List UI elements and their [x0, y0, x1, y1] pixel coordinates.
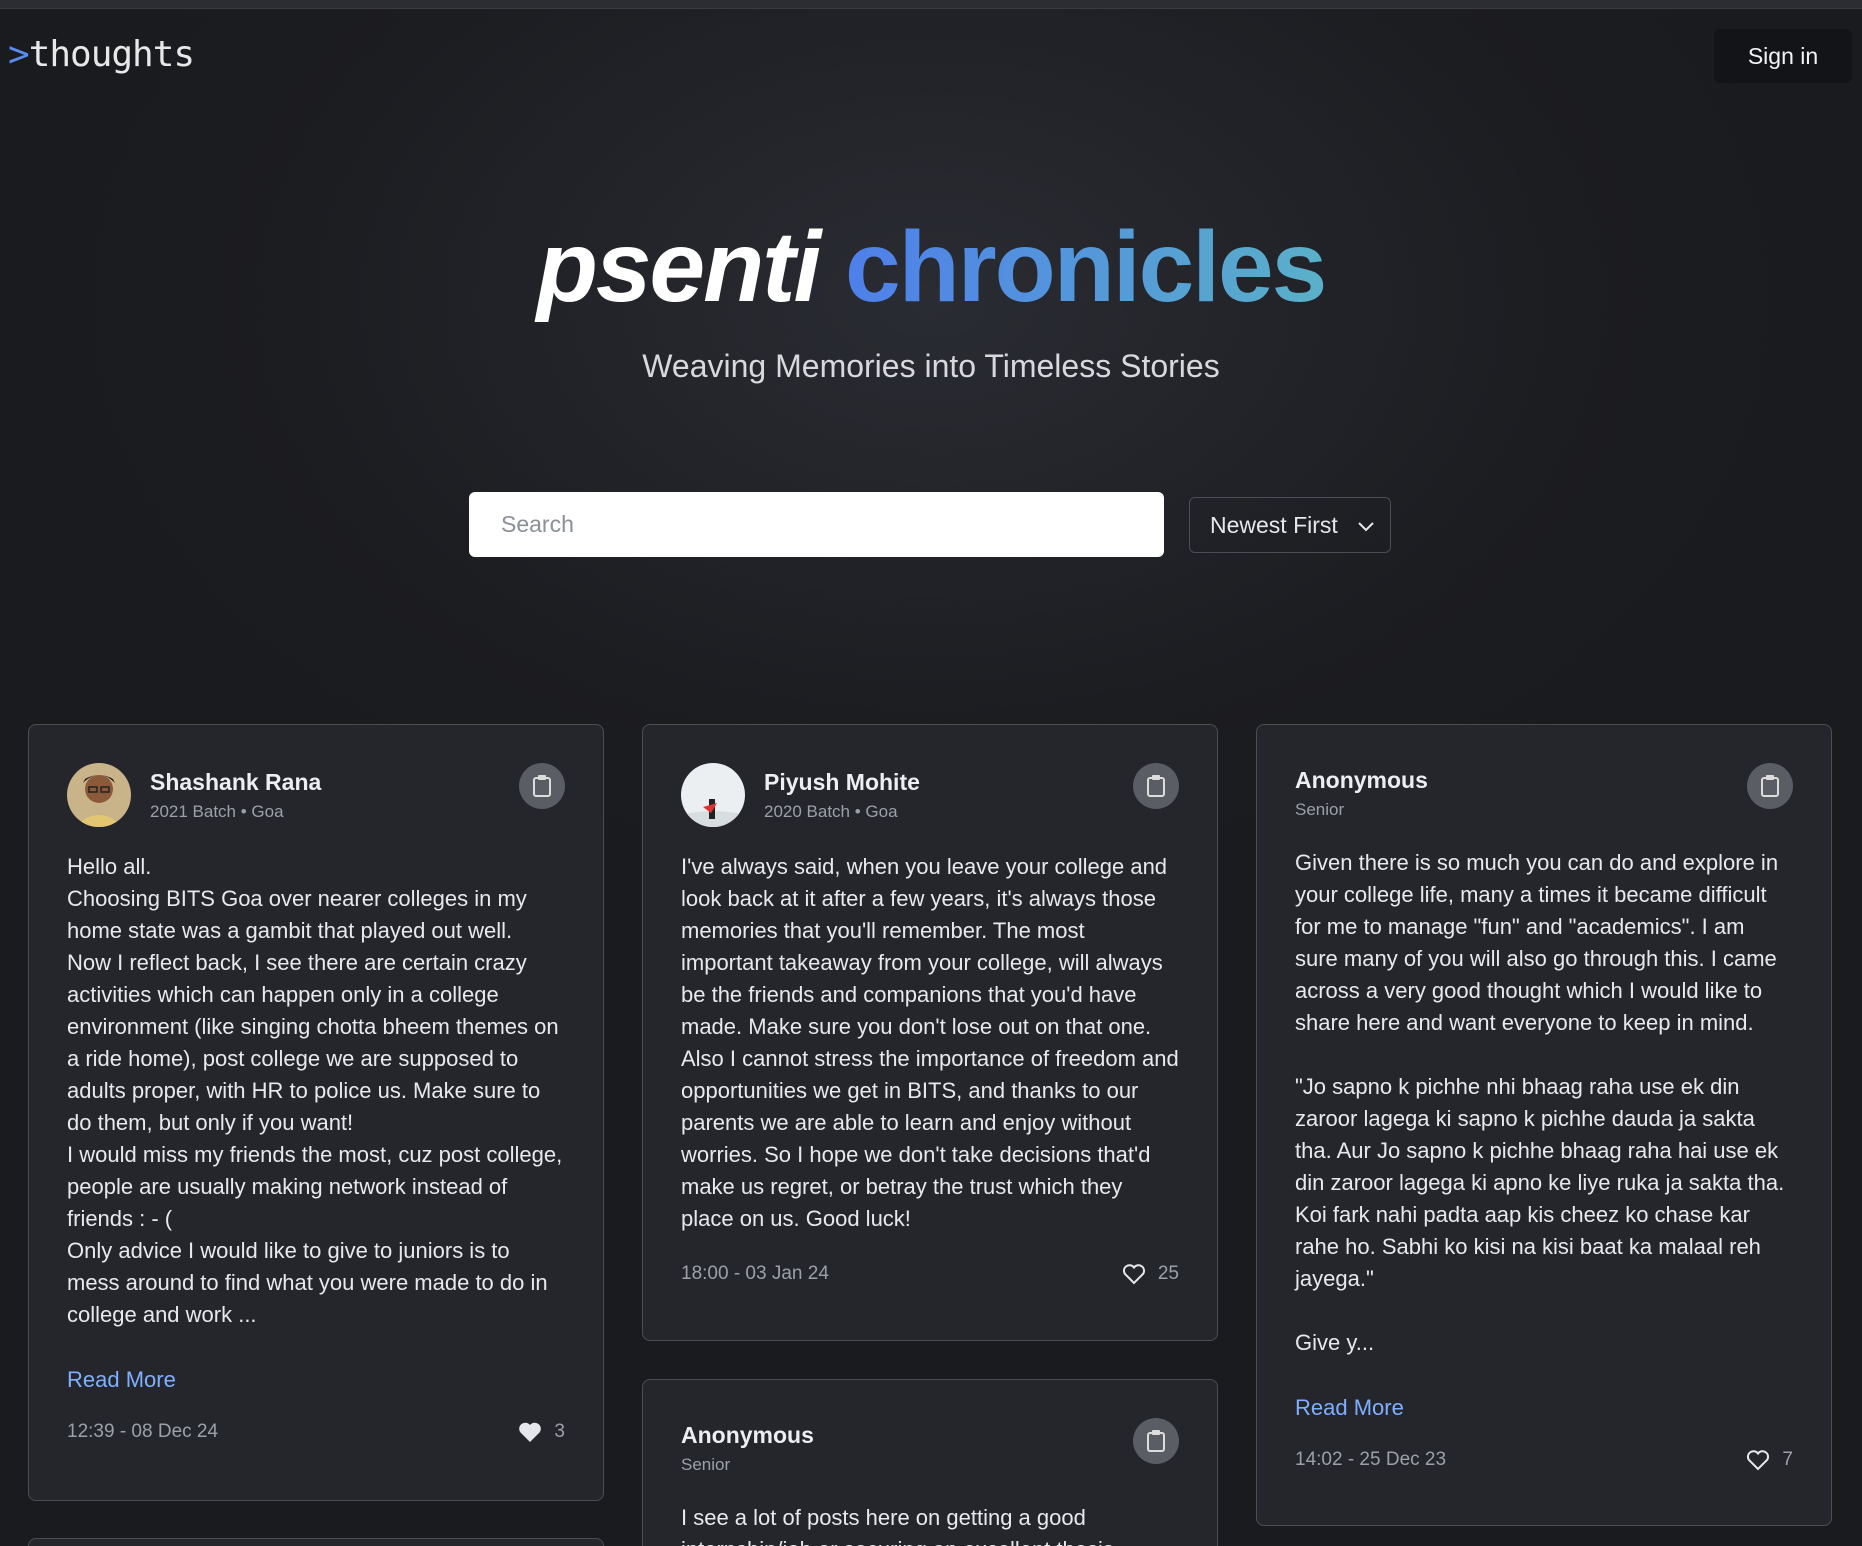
read-more-link[interactable]: Read More [67, 1367, 565, 1393]
read-more-link[interactable]: Read More [1295, 1395, 1793, 1421]
author-meta: 2021 Batch • Goa [150, 801, 284, 821]
post-card[interactable]: Anonymous Senior I see a lot of posts he… [642, 1379, 1218, 1546]
clipboard-icon[interactable] [519, 763, 565, 809]
post-card[interactable] [28, 1538, 604, 1546]
post-body: I see a lot of posts here on getting a g… [681, 1505, 1114, 1546]
sign-in-button[interactable]: Sign in [1714, 29, 1852, 83]
clipboard-icon[interactable] [1133, 1418, 1179, 1464]
author-name: Shashank Rana [150, 768, 322, 795]
sort-select[interactable]: Newest First [1189, 497, 1391, 553]
clipboard-icon[interactable] [1133, 763, 1179, 809]
author-avatar [67, 763, 131, 827]
logo-prefix: > [8, 34, 30, 75]
search-input[interactable] [469, 492, 1164, 557]
author-name: Anonymous [1295, 766, 1428, 793]
post-body: Given there is so much you can do and ex… [1295, 850, 1785, 1355]
like-button[interactable]: 25 [1122, 1263, 1179, 1285]
author-name: Anonymous [681, 1421, 814, 1448]
clipboard-icon[interactable] [1747, 763, 1793, 809]
title-part-1: psenti [536, 211, 821, 323]
like-count: 25 [1157, 1263, 1179, 1284]
chevron-down-icon [1358, 522, 1374, 532]
page-title: psenti chronicles [0, 212, 1862, 322]
top-border [0, 0, 1862, 9]
author-meta: Senior [681, 1454, 731, 1474]
title-part-2: chronicles [845, 211, 1327, 323]
post-body: I've always said, when you leave your co… [681, 854, 1179, 1231]
post-timestamp: 18:00 - 03 Jan 24 [681, 1263, 829, 1284]
sort-value: Newest First [1210, 511, 1338, 538]
heart-outline-icon [1747, 1450, 1770, 1471]
like-count: 3 [554, 1421, 565, 1442]
like-count: 7 [1782, 1449, 1793, 1470]
author-meta: 2020 Batch • Goa [764, 801, 898, 821]
logo-text: thoughts [28, 34, 195, 75]
like-button[interactable]: 7 [1746, 1449, 1793, 1471]
post-card[interactable]: Piyush Mohite 2020 Batch • Goa I've alwa… [642, 724, 1218, 1341]
like-button[interactable]: 3 [518, 1421, 565, 1443]
post-body: Hello all. Choosing BITS Goa over nearer… [67, 854, 563, 1327]
author-meta: Senior [1295, 799, 1345, 819]
author-name: Piyush Mohite [764, 768, 920, 795]
heart-filled-icon [519, 1422, 542, 1442]
post-card[interactable]: Shashank Rana 2021 Batch • Goa Hello all… [28, 724, 604, 1501]
post-timestamp: 14:02 - 25 Dec 23 [1295, 1449, 1447, 1470]
author-avatar [681, 763, 745, 827]
page-subtitle: Weaving Memories into Timeless Stories [642, 348, 1220, 384]
heart-outline-icon [1122, 1264, 1145, 1285]
post-timestamp: 12:39 - 08 Dec 24 [67, 1421, 219, 1442]
logo[interactable]: >thoughts [8, 34, 195, 75]
post-card[interactable]: Anonymous Senior Given there is so much … [1256, 724, 1832, 1526]
